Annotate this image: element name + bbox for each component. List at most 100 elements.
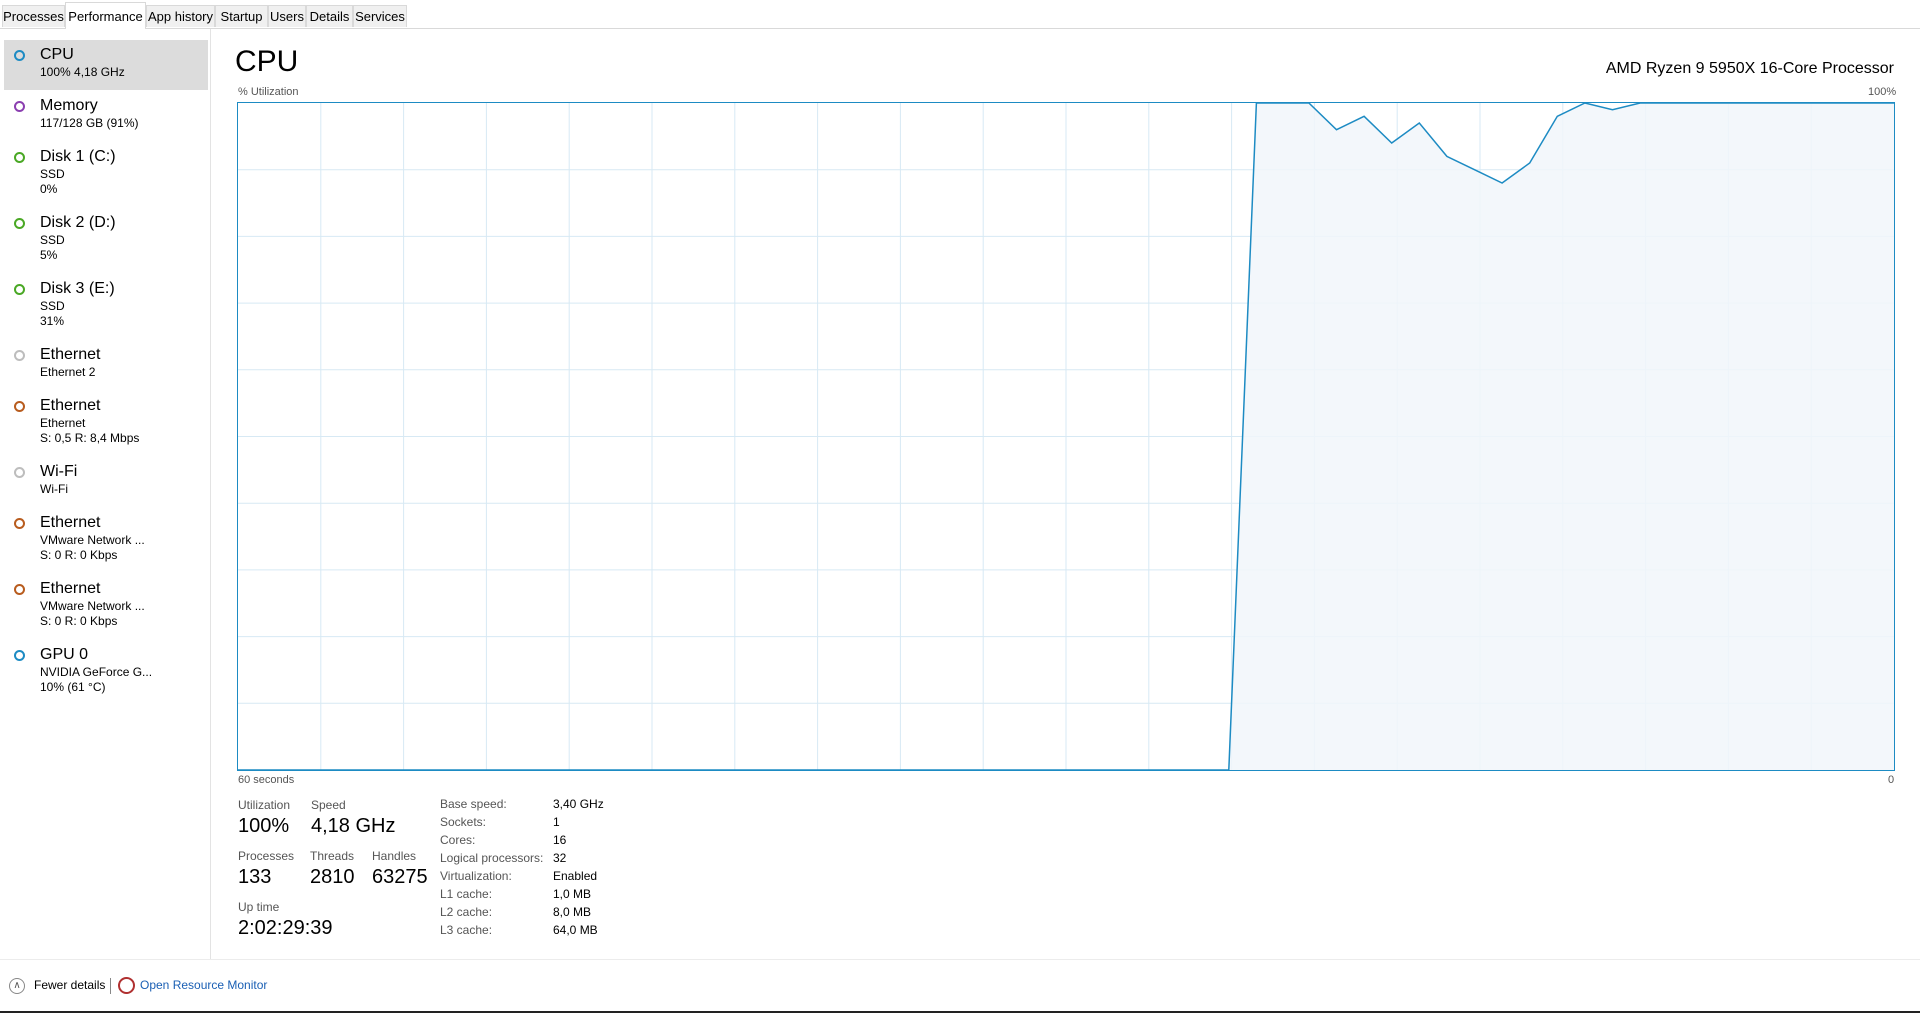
sidebar-item-title: Ethernet [40, 514, 101, 531]
processes-label: Processes [238, 849, 295, 863]
sidebar-item-gpu-0[interactable]: GPU 0 NVIDIA GeForce G... 10% (61 °C) [4, 640, 208, 705]
spec-value: Enabled [553, 869, 598, 883]
sidebar-item-vmware-ethernet-2[interactable]: Ethernet VMware Network ... S: 0 R: 0 Kb… [4, 574, 208, 639]
tab-services[interactable]: Services [353, 5, 407, 27]
uptime-value: 2:02:29:39 [238, 917, 333, 939]
sidebar-item-detail: VMware Network ... [40, 533, 145, 547]
processor-name: AMD Ryzen 9 5950X 16-Core Processor [1605, 60, 1894, 77]
spec-label: Base speed: [440, 797, 507, 811]
spec-label: Virtualization: [440, 869, 512, 883]
sidebar-item-detail: 0% [40, 182, 58, 196]
sidebar-item-detail: 100% 4,18 GHz [40, 65, 125, 79]
sidebar-item-detail: SSD [40, 167, 65, 181]
disk-circle-icon [14, 152, 25, 163]
memory-circle-icon [14, 101, 25, 112]
sidebar-item-detail: 5% [40, 248, 58, 262]
ethernet-circle-icon [14, 584, 25, 595]
disk-circle-icon [14, 218, 25, 229]
page-title: CPU [235, 45, 299, 78]
spec-value: 64,0 MB [553, 923, 598, 937]
sidebar-item-detail: Ethernet 2 [40, 365, 96, 379]
tab-processes[interactable]: Processes [2, 5, 65, 27]
sidebar-item-title: Wi-Fi [40, 463, 78, 480]
y-axis-label: % Utilization [238, 86, 299, 98]
tab-app-history[interactable]: App history [146, 5, 215, 27]
sidebar-item-title: CPU [40, 46, 74, 63]
handles-label: Handles [372, 849, 417, 863]
resource-monitor-icon[interactable] [118, 977, 135, 994]
footer-bar: ∧ Fewer details Open Resource Monitor [0, 959, 1920, 1012]
sidebar-item-title: Ethernet [40, 397, 101, 414]
ethernet-circle-icon [14, 350, 25, 361]
tab-performance[interactable]: Performance [65, 2, 146, 29]
spec-value: 1,0 MB [553, 887, 592, 901]
sidebar-item-title: Disk 2 (D:) [40, 214, 116, 231]
tab-bar: Processes Performance App history Startu… [0, 0, 1920, 29]
ethernet-circle-icon [14, 401, 25, 412]
processes-value: 133 [238, 866, 272, 888]
sidebar-item-detail: Wi-Fi [40, 482, 68, 496]
sidebar-item-detail: S: 0,5 R: 8,4 Mbps [40, 431, 140, 445]
cpu-chart-svg [238, 103, 1894, 770]
chevron-up-icon[interactable]: ∧ [9, 978, 25, 994]
spec-value: 32 [553, 851, 567, 865]
uptime-label: Up time [238, 900, 280, 914]
x-right-label: 0 [1888, 774, 1895, 786]
sidebar-item-ethernet-2[interactable]: Ethernet Ethernet 2 [4, 340, 208, 390]
sidebar-item-title: GPU 0 [40, 646, 89, 663]
x-left-label: 60 seconds [238, 774, 295, 786]
footer-divider [110, 978, 111, 994]
spec-label: Logical processors: [440, 851, 544, 865]
sidebar-item-detail: S: 0 R: 0 Kbps [40, 548, 118, 562]
ethernet-circle-icon [14, 518, 25, 529]
speed-label: Speed [311, 798, 346, 812]
sidebar-item-title: Disk 3 (E:) [40, 280, 115, 297]
y-max-label: 100% [1868, 86, 1897, 98]
fewer-details-button[interactable]: Fewer details [34, 978, 105, 992]
gpu-circle-icon [14, 650, 25, 661]
sidebar-item-title: Disk 1 (C:) [40, 148, 116, 165]
performance-sidebar: CPU 100% 4,18 GHz Memory 117/128 GB (91%… [0, 29, 211, 959]
sidebar-item-wifi[interactable]: Wi-Fi Wi-Fi [4, 457, 208, 507]
sidebar-item-detail: SSD [40, 299, 65, 313]
utilization-label: Utilization [238, 798, 291, 812]
sidebar-item-detail: NVIDIA GeForce G... [40, 665, 153, 679]
sidebar-item-title: Ethernet [40, 580, 101, 597]
spec-label: Sockets: [440, 815, 487, 829]
sidebar-item-detail: SSD [40, 233, 65, 247]
cpu-circle-icon [14, 50, 25, 61]
spec-value: 1 [553, 815, 560, 829]
sidebar-item-memory[interactable]: Memory 117/128 GB (91%) [4, 91, 208, 141]
wifi-circle-icon [14, 467, 25, 478]
threads-value: 2810 [310, 866, 355, 888]
sidebar-item-detail: 117/128 GB (91%) [40, 116, 139, 130]
tab-users[interactable]: Users [268, 5, 306, 27]
sidebar-item-disk-3[interactable]: Disk 3 (E:) SSD 31% [4, 274, 208, 339]
threads-label: Threads [310, 849, 355, 863]
sidebar-item-detail: VMware Network ... [40, 599, 145, 613]
sidebar-item-disk-2[interactable]: Disk 2 (D:) SSD 5% [4, 208, 208, 273]
sidebar-item-cpu[interactable]: CPU 100% 4,18 GHz [4, 40, 208, 90]
sidebar-item-title: Memory [40, 97, 98, 114]
spec-label: Cores: [440, 833, 476, 847]
handles-value: 63275 [372, 866, 428, 888]
speed-value: 4,18 GHz [311, 815, 396, 837]
tab-details[interactable]: Details [306, 5, 353, 27]
sidebar-item-disk-1[interactable]: Disk 1 (C:) SSD 0% [4, 142, 208, 207]
sidebar-item-detail: 31% [40, 314, 65, 328]
spec-label: L3 cache: [440, 923, 493, 937]
spec-label: L1 cache: [440, 887, 493, 901]
spec-value: 3,40 GHz [553, 797, 604, 811]
sidebar-item-ethernet[interactable]: Ethernet Ethernet S: 0,5 R: 8,4 Mbps [4, 391, 208, 456]
tab-startup[interactable]: Startup [215, 5, 268, 27]
sidebar-item-title: Ethernet [40, 346, 101, 363]
sidebar-item-detail: 10% (61 °C) [40, 680, 106, 694]
spec-value: 16 [553, 833, 567, 847]
sidebar-item-detail: S: 0 R: 0 Kbps [40, 614, 118, 628]
sidebar-item-detail: Ethernet [40, 416, 86, 430]
sidebar-item-vmware-ethernet-1[interactable]: Ethernet VMware Network ... S: 0 R: 0 Kb… [4, 508, 208, 573]
open-resource-monitor-link[interactable]: Open Resource Monitor [140, 978, 267, 992]
spec-value: 8,0 MB [553, 905, 592, 919]
disk-circle-icon [14, 284, 25, 295]
spec-label: L2 cache: [440, 905, 493, 919]
